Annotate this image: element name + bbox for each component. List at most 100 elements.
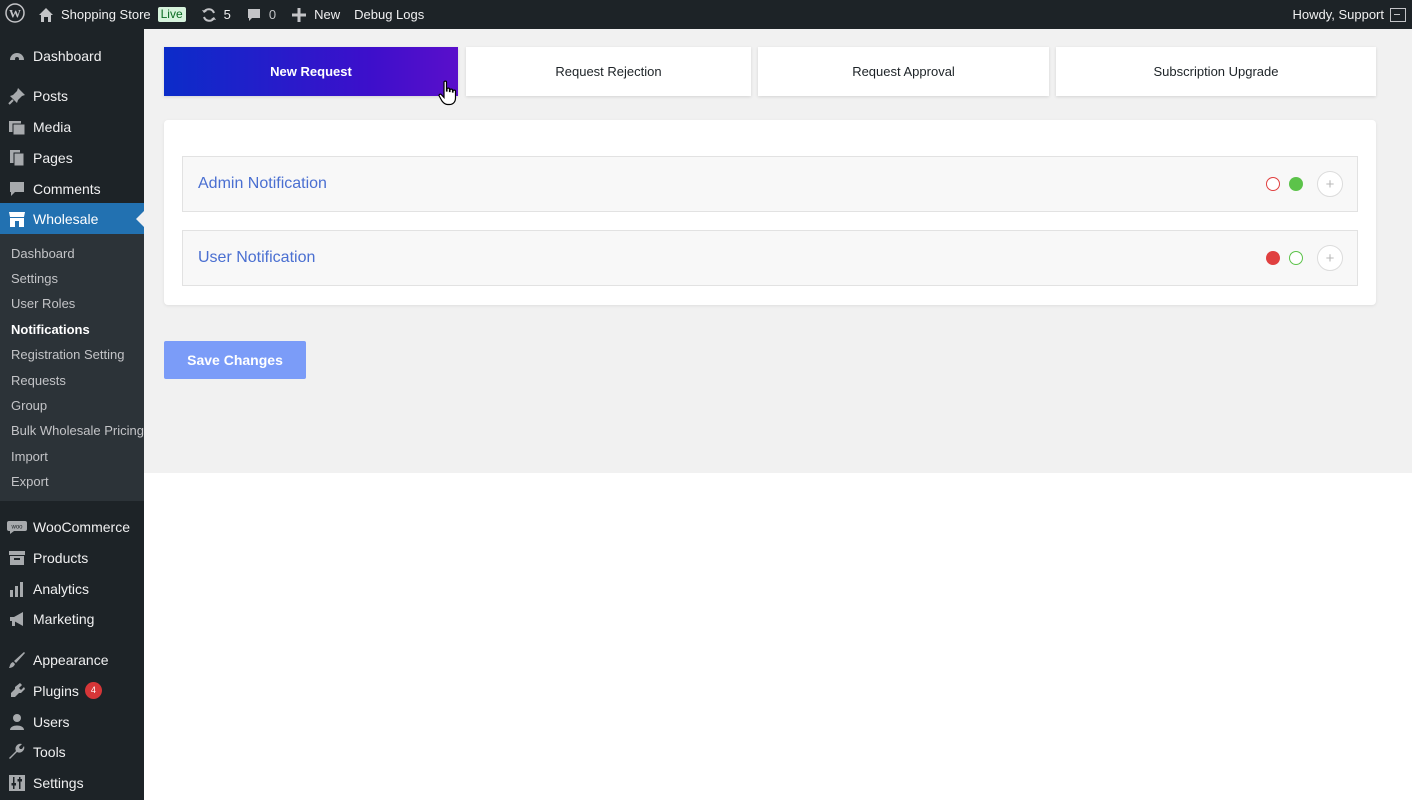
new-label: New xyxy=(314,7,341,22)
sidebar-item-appearance[interactable]: Appearance xyxy=(0,644,144,675)
sidebar-item-label: Wholesale xyxy=(33,210,99,227)
submenu-item-export[interactable]: Export xyxy=(11,474,49,489)
store-icon xyxy=(7,209,27,229)
disable-status-dot[interactable] xyxy=(1266,177,1280,191)
sidebar-item-analytics[interactable]: Analytics xyxy=(0,573,144,604)
updates-count: 5 xyxy=(223,7,231,22)
woo-icon: woo xyxy=(7,517,27,537)
user-notification-title: User Notification xyxy=(198,249,316,266)
admin-notification-row[interactable]: Admin Notification + xyxy=(182,156,1358,212)
sidebar-item-dashboard[interactable]: Dashboard xyxy=(0,40,144,71)
megaphone-icon xyxy=(7,609,27,629)
submenu-item-dashboard[interactable]: Dashboard xyxy=(11,246,75,261)
greeting: Howdy, Support xyxy=(1292,7,1384,22)
sidebar-item-label: Posts xyxy=(33,87,69,104)
sidebar-item-wholesale[interactable]: Wholesale xyxy=(0,203,144,234)
media-icon xyxy=(7,117,27,137)
sidebar-item-label: Tools xyxy=(33,743,66,760)
home-icon xyxy=(37,6,55,24)
submenu-item-user-roles[interactable]: User Roles xyxy=(11,296,75,311)
wordpress-icon: W xyxy=(5,3,25,26)
submenu-item-registration-setting[interactable]: Registration Setting xyxy=(11,347,124,362)
user-icon xyxy=(7,712,27,732)
updates-icon xyxy=(200,6,218,24)
admin-notification-title: Admin Notification xyxy=(198,175,327,192)
sidebar-item-label: Plugins xyxy=(33,682,79,699)
wrench-icon xyxy=(7,742,27,762)
sidebar-item-label: Settings xyxy=(33,774,84,791)
plug-icon xyxy=(7,681,27,701)
sidebar-item-pages[interactable]: Pages xyxy=(0,142,144,173)
sidebar-item-plugins[interactable]: Plugins 4 xyxy=(0,675,144,706)
live-badge: Live xyxy=(157,7,186,22)
wordpress-logo-button[interactable]: W xyxy=(0,0,30,29)
tab-new-request[interactable]: New Request xyxy=(164,47,458,96)
sidebar-item-marketing[interactable]: Marketing xyxy=(0,603,144,634)
admin-bar: W Shopping Store Live 5 0 New Debug Logs… xyxy=(0,0,1412,29)
enable-status-dot[interactable] xyxy=(1289,177,1303,191)
sidebar-item-posts[interactable]: Posts xyxy=(0,80,144,111)
updates-link[interactable]: 5 xyxy=(193,0,238,29)
submenu-item-requests[interactable]: Requests xyxy=(11,373,66,388)
submenu-item-settings[interactable]: Settings xyxy=(11,271,58,286)
save-changes-button[interactable]: Save Changes xyxy=(164,341,306,379)
svg-text:woo: woo xyxy=(10,524,23,530)
user-notification-controls: + xyxy=(1266,245,1343,271)
admin-sidebar: Dashboard Posts Media Pages Comments Who… xyxy=(0,29,144,800)
debug-logs-link[interactable]: Debug Logs xyxy=(347,0,431,29)
user-account-menu[interactable]: Howdy, Support xyxy=(1285,0,1412,29)
submenu-item-notifications[interactable]: Notifications xyxy=(11,322,90,337)
user-notification-row[interactable]: User Notification + xyxy=(182,230,1358,286)
svg-text:W: W xyxy=(9,7,21,21)
sidebar-item-label: WooCommerce xyxy=(33,518,130,535)
enable-status-dot[interactable] xyxy=(1289,251,1303,265)
comments-link[interactable]: 0 xyxy=(238,0,283,29)
admin-notification-controls: + xyxy=(1266,171,1343,197)
tab-request-rejection[interactable]: Request Rejection xyxy=(466,47,751,96)
sidebar-item-label: Appearance xyxy=(33,651,109,668)
avatar xyxy=(1390,7,1406,22)
expand-plus-icon[interactable]: + xyxy=(1317,245,1343,271)
sidebar-item-label: Pages xyxy=(33,149,73,166)
comment-icon xyxy=(7,179,27,199)
sidebar-item-media[interactable]: Media xyxy=(0,111,144,142)
notifications-panel: Admin Notification + User Notification + xyxy=(164,120,1376,305)
dashboard-icon xyxy=(7,46,27,66)
expand-plus-icon[interactable]: + xyxy=(1317,171,1343,197)
chart-icon xyxy=(7,579,27,599)
comment-icon xyxy=(245,6,263,24)
sidebar-item-label: Comments xyxy=(33,180,101,197)
sidebar-item-label: Marketing xyxy=(33,610,95,627)
submenu-item-import[interactable]: Import xyxy=(11,449,48,464)
site-name-link[interactable]: Shopping Store Live xyxy=(30,0,193,29)
sidebar-item-label: Users xyxy=(33,713,70,730)
sidebar-item-label: Products xyxy=(33,549,89,566)
brush-icon xyxy=(7,650,27,670)
sidebar-item-comments[interactable]: Comments xyxy=(0,173,144,204)
sidebar-item-users[interactable]: Users xyxy=(0,706,144,737)
submenu-item-bulk-wholesale-pricing[interactable]: Bulk Wholesale Pricing xyxy=(11,423,144,438)
tab-subscription-upgrade[interactable]: Subscription Upgrade xyxy=(1056,47,1376,96)
sidebar-item-label: Dashboard xyxy=(33,47,102,64)
main-content: New Request Request Rejection Request Ap… xyxy=(144,29,1412,473)
plus-icon xyxy=(290,6,308,24)
sidebar-item-label: Media xyxy=(33,118,72,135)
sidebar-item-tools[interactable]: Tools xyxy=(0,736,144,767)
tab-request-approval[interactable]: Request Approval xyxy=(758,47,1049,96)
archive-icon xyxy=(7,548,27,568)
plugins-update-badge: 4 xyxy=(84,682,102,699)
site-name: Shopping Store xyxy=(61,7,151,22)
sidebar-item-products[interactable]: Products xyxy=(0,542,144,573)
disable-status-dot[interactable] xyxy=(1266,251,1280,265)
debug-logs-label: Debug Logs xyxy=(354,7,425,22)
submenu-item-group[interactable]: Group xyxy=(11,398,47,413)
sidebar-item-label: Analytics xyxy=(33,580,90,597)
wholesale-submenu: Dashboard Settings User Roles Notificati… xyxy=(0,234,144,501)
sidebar-item-settings[interactable]: Settings xyxy=(0,767,144,798)
sidebar-item-woocommerce[interactable]: woo WooCommerce xyxy=(0,511,144,542)
pages-icon xyxy=(7,148,27,168)
pin-icon xyxy=(7,86,27,106)
comments-count: 0 xyxy=(268,7,277,22)
new-content-link[interactable]: New xyxy=(283,0,347,29)
sliders-icon xyxy=(7,773,27,793)
